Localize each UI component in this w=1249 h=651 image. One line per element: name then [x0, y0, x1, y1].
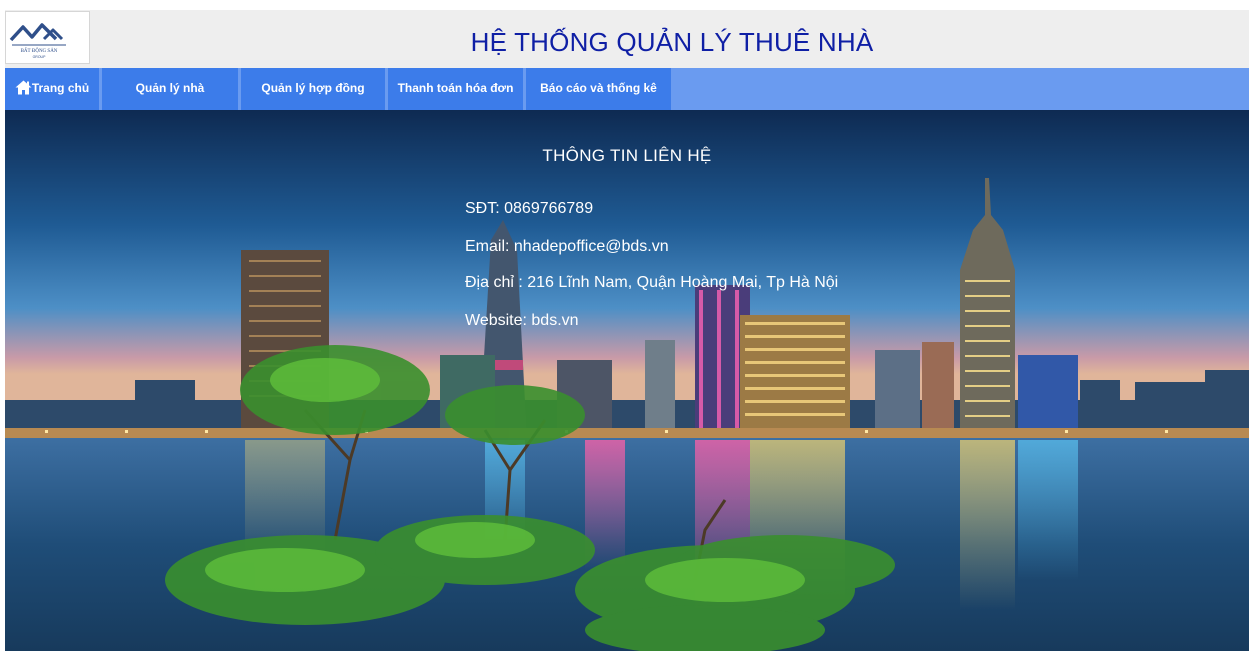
city-skyline-background	[5, 110, 1249, 651]
contact-phone: SĐT: 0869766789	[465, 200, 594, 217]
nav-item-invoice-payment[interactable]: Thanh toán hóa đơn	[388, 68, 523, 110]
contact-title: THÔNG TIN LIÊN HỆ	[542, 146, 712, 165]
site-logo[interactable]: BẤT ĐỘNG SẢN GROUP	[5, 11, 90, 64]
home-icon	[15, 80, 32, 95]
nav-item-label: Thanh toán hóa đơn	[397, 81, 514, 95]
nav-item-home[interactable]: Trang chủ	[5, 68, 99, 110]
contact-website: Website: bds.vn	[465, 312, 579, 329]
roof-logo-icon: BẤT ĐỘNG SẢN GROUP	[9, 23, 66, 59]
site-title: HỆ THỐNG QUẢN LÝ THUÊ NHÀ	[470, 27, 874, 57]
header-bar: HỆ THỐNG QUẢN LÝ THUÊ NHÀ	[5, 10, 1249, 68]
main-navbar: Trang chủ Quản lý nhà Quản lý hợp đồng T…	[5, 68, 1249, 110]
nav-item-label: Quản lý hợp đồng	[261, 81, 365, 95]
nav-item-label: Quản lý nhà	[135, 81, 205, 95]
contact-email: Email: nhadepoffice@bds.vn	[465, 238, 669, 255]
logo-subtext: GROUP	[33, 55, 47, 59]
nav-item-house-management[interactable]: Quản lý nhà	[102, 68, 238, 110]
nav-item-reports-statistics[interactable]: Báo cáo và thống kê	[526, 68, 671, 110]
logo-text: BẤT ĐỘNG SẢN	[21, 48, 58, 54]
nav-item-home-label: Trang chủ	[31, 81, 90, 95]
contact-address: Địa chỉ : 216 Lĩnh Nam, Quận Hoàng Mai, …	[465, 274, 839, 291]
nav-item-contract-management[interactable]: Quản lý hợp đồng	[241, 68, 385, 110]
nav-item-label: Báo cáo và thống kê	[540, 81, 657, 95]
hero-banner: THÔNG TIN LIÊN HỆ SĐT: 0869766789 Email:…	[5, 110, 1249, 651]
